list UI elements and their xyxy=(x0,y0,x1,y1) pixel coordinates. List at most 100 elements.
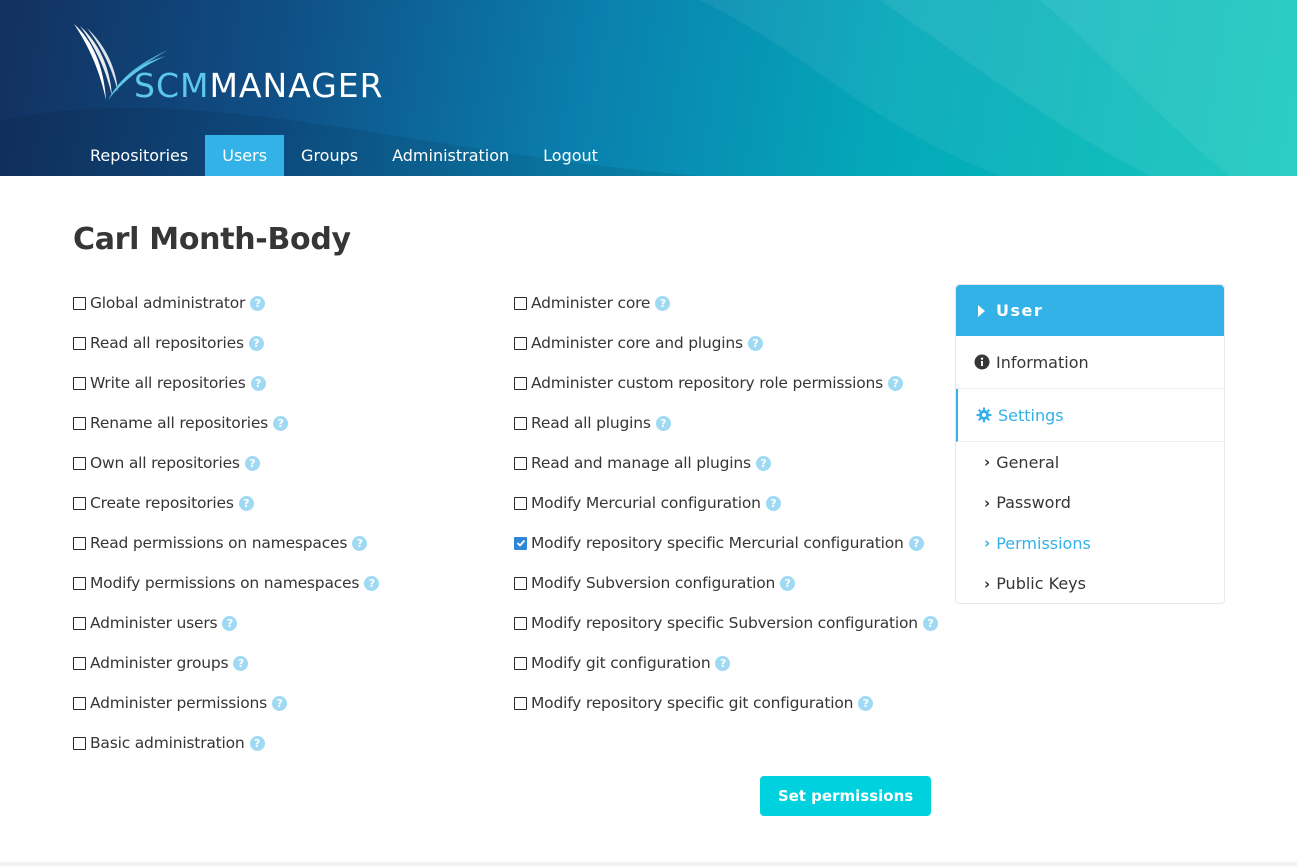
permission-row[interactable]: Rename all repositories? xyxy=(73,403,379,443)
permission-label[interactable]: Modify Subversion configuration xyxy=(531,574,775,592)
permission-label[interactable]: Administer users xyxy=(90,614,218,632)
help-icon[interactable]: ? xyxy=(780,575,796,591)
help-icon[interactable]: ? xyxy=(364,575,380,591)
side-subitem-public-keys[interactable]: › Public Keys xyxy=(956,564,1224,605)
permission-label[interactable]: Administer permissions xyxy=(90,694,267,712)
side-item-settings[interactable]: Settings xyxy=(956,389,1224,442)
side-menu-header[interactable]: User xyxy=(956,285,1224,336)
side-subitem-password[interactable]: › Password xyxy=(956,483,1224,524)
permission-row[interactable]: Read all repositories? xyxy=(73,323,379,363)
help-icon[interactable]: ? xyxy=(250,375,266,391)
permission-checkbox[interactable] xyxy=(73,376,86,390)
permission-row[interactable]: Read all plugins? xyxy=(514,403,938,443)
nav-groups[interactable]: Groups xyxy=(284,135,375,176)
side-item-information[interactable]: Information xyxy=(956,336,1224,389)
help-icon[interactable]: ? xyxy=(858,695,874,711)
side-subitem-general[interactable]: › General xyxy=(956,442,1224,483)
permission-row[interactable]: Read and manage all plugins? xyxy=(514,443,938,483)
help-icon[interactable]: ? xyxy=(908,535,924,551)
permission-row[interactable]: Administer groups? xyxy=(73,643,379,683)
permission-row[interactable]: Modify repository specific Subversion co… xyxy=(514,603,938,643)
permission-checkbox[interactable] xyxy=(73,456,86,470)
permission-checkbox[interactable] xyxy=(73,536,86,550)
help-icon[interactable]: ? xyxy=(249,735,265,751)
scm-manager-logo[interactable]: SCMMANAGER xyxy=(70,22,410,106)
help-icon[interactable]: ? xyxy=(715,655,731,671)
permission-row[interactable]: Administer custom repository role permis… xyxy=(514,363,938,403)
nav-repositories[interactable]: Repositories xyxy=(73,135,205,176)
permission-row[interactable]: Administer core and plugins? xyxy=(514,323,938,363)
permission-checkbox[interactable] xyxy=(514,496,527,510)
permission-checkbox[interactable] xyxy=(514,616,527,630)
permission-row[interactable]: Modify Mercurial configuration? xyxy=(514,483,938,523)
nav-logout[interactable]: Logout xyxy=(526,135,615,176)
permission-row[interactable]: Administer users? xyxy=(73,603,379,643)
help-icon[interactable]: ? xyxy=(248,335,264,351)
permission-checkbox[interactable] xyxy=(73,336,86,350)
help-icon[interactable]: ? xyxy=(244,455,260,471)
permission-checkbox[interactable] xyxy=(73,496,86,510)
help-icon[interactable]: ? xyxy=(765,495,781,511)
permission-checkbox[interactable] xyxy=(514,656,527,670)
permission-row[interactable]: Administer permissions? xyxy=(73,683,379,723)
permission-checkbox[interactable] xyxy=(514,576,527,590)
permission-checkbox[interactable] xyxy=(514,376,527,390)
help-icon[interactable]: ? xyxy=(655,415,671,431)
permission-label[interactable]: Administer groups xyxy=(90,654,229,672)
help-icon[interactable]: ? xyxy=(238,495,254,511)
nav-administration[interactable]: Administration xyxy=(375,135,526,176)
permission-row[interactable]: Write all repositories? xyxy=(73,363,379,403)
help-icon[interactable]: ? xyxy=(250,295,266,311)
help-icon[interactable]: ? xyxy=(655,295,671,311)
permission-label[interactable]: Modify git configuration xyxy=(531,654,711,672)
permission-row[interactable]: Create repositories? xyxy=(73,483,379,523)
permission-label[interactable]: Create repositories xyxy=(90,494,234,512)
permission-checkbox[interactable] xyxy=(514,696,527,710)
permission-label[interactable]: Administer core xyxy=(531,294,650,312)
permission-label[interactable]: Administer core and plugins xyxy=(531,334,743,352)
set-permissions-button[interactable]: Set permissions xyxy=(760,776,931,816)
permission-label[interactable]: Modify permissions on namespaces xyxy=(90,574,359,592)
help-icon[interactable]: ? xyxy=(747,335,763,351)
permission-row[interactable]: Own all repositories? xyxy=(73,443,379,483)
permission-checkbox[interactable] xyxy=(73,736,86,750)
permission-row[interactable]: Global administrator? xyxy=(73,283,379,323)
permission-label[interactable]: Basic administration xyxy=(90,734,245,752)
permission-row[interactable]: Administer core? xyxy=(514,283,938,323)
permission-row[interactable]: Modify repository specific Mercurial con… xyxy=(514,523,938,563)
permission-checkbox[interactable] xyxy=(514,336,527,350)
permission-label[interactable]: Read all repositories xyxy=(90,334,244,352)
permission-label[interactable]: Modify repository specific Mercurial con… xyxy=(531,534,904,552)
permission-checkbox[interactable] xyxy=(514,416,527,430)
permission-row[interactable]: Modify permissions on namespaces? xyxy=(73,563,380,603)
help-icon[interactable]: ? xyxy=(888,375,904,391)
permission-label[interactable]: Modify Mercurial configuration xyxy=(531,494,761,512)
help-icon[interactable]: ? xyxy=(273,415,289,431)
permission-label[interactable]: Read permissions on namespaces xyxy=(90,534,347,552)
help-icon[interactable]: ? xyxy=(922,615,938,631)
permission-checkbox[interactable] xyxy=(514,536,527,550)
help-icon[interactable]: ? xyxy=(233,655,249,671)
permission-checkbox[interactable] xyxy=(73,416,86,430)
permission-label[interactable]: Write all repositories xyxy=(90,374,246,392)
help-icon[interactable]: ? xyxy=(755,455,771,471)
permission-checkbox[interactable] xyxy=(73,656,86,670)
nav-users[interactable]: Users xyxy=(205,135,285,176)
permission-row[interactable]: Modify Subversion configuration? xyxy=(514,563,938,603)
permission-checkbox[interactable] xyxy=(73,576,86,590)
permission-label[interactable]: Modify repository specific git configura… xyxy=(531,694,853,712)
permission-label[interactable]: Global administrator xyxy=(90,294,245,312)
permission-row[interactable]: Modify git configuration? xyxy=(514,643,938,683)
permission-checkbox[interactable] xyxy=(73,296,86,310)
help-icon[interactable]: ? xyxy=(352,535,368,551)
permission-checkbox[interactable] xyxy=(514,296,527,310)
permission-label[interactable]: Administer custom repository role permis… xyxy=(531,374,883,392)
permission-label[interactable]: Modify repository specific Subversion co… xyxy=(531,614,918,632)
permission-row[interactable]: Basic administration? xyxy=(73,723,379,763)
permission-checkbox[interactable] xyxy=(73,696,86,710)
permission-checkbox[interactable] xyxy=(73,616,86,630)
permission-label[interactable]: Read all plugins xyxy=(531,414,651,432)
permission-row[interactable]: Modify repository specific git configura… xyxy=(514,683,938,723)
permission-row[interactable]: Read permissions on namespaces? xyxy=(73,523,379,563)
side-subitem-permissions[interactable]: › Permissions xyxy=(956,523,1224,564)
